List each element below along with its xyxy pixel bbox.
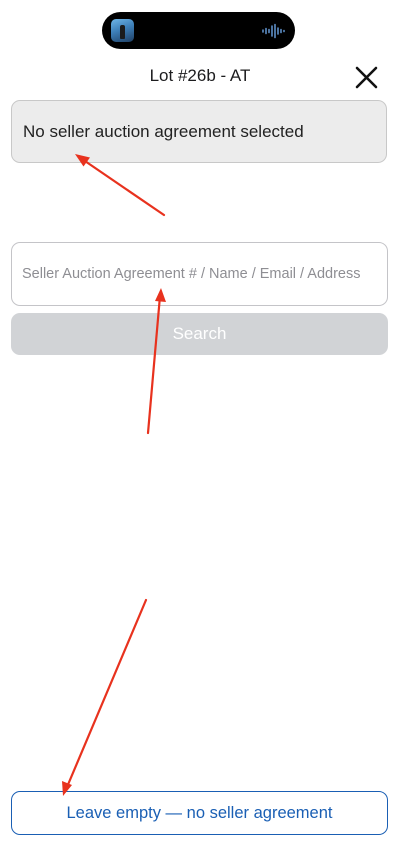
selected-agreement-box: No seller auction agreement selected xyxy=(11,100,387,163)
annotation-arrow-to-selected-box xyxy=(75,154,166,217)
leave-empty-button[interactable]: Leave empty — no seller agreement xyxy=(11,791,388,835)
media-thumbnail-icon xyxy=(111,19,134,42)
annotation-arrow-to-leave-empty-button xyxy=(62,598,148,796)
dynamic-island xyxy=(102,12,295,49)
audio-waveform-icon xyxy=(262,23,285,39)
search-input[interactable] xyxy=(11,242,388,306)
search-button[interactable]: Search xyxy=(11,313,388,355)
close-button[interactable] xyxy=(352,64,382,92)
annotation-arrow-to-search-input xyxy=(146,288,166,435)
selected-agreement-text: No seller auction agreement selected xyxy=(23,121,304,141)
close-icon xyxy=(355,66,378,89)
page-title: Lot #26b - AT xyxy=(149,66,251,85)
